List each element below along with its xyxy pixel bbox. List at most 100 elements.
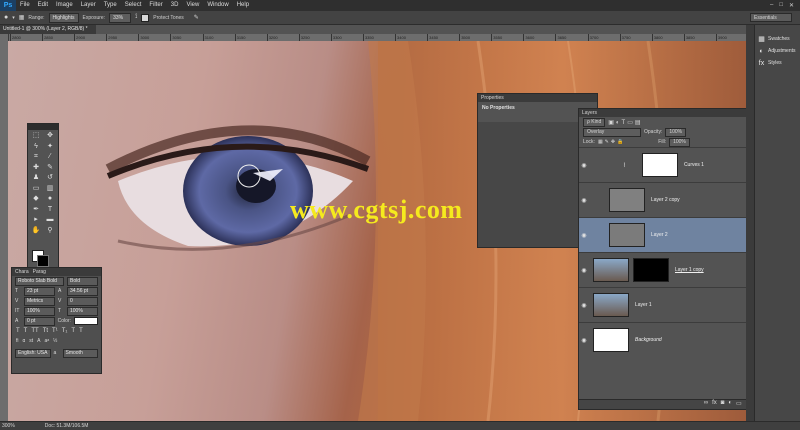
font-family-select[interactable]: Roboto Slab Bold <box>15 276 64 286</box>
tracking-field[interactable]: 0 <box>67 296 98 306</box>
visibility-eye-icon[interactable]: ◉ <box>579 337 589 344</box>
menu-3d[interactable]: 3D <box>167 0 183 11</box>
subscript-icon[interactable]: T₁ <box>62 328 68 334</box>
stamp-tool-icon[interactable]: ♟ <box>29 173 43 184</box>
tab-character[interactable]: Chara <box>15 269 29 275</box>
dock-adjustments[interactable]: ◐ Adjustments <box>755 45 800 57</box>
pressure-icon[interactable]: ✎ <box>194 14 199 21</box>
tab-paragraph[interactable]: Parag <box>33 269 46 275</box>
filter-icons[interactable]: ▣◐T▭▤ <box>608 119 642 126</box>
visibility-eye-icon[interactable]: ◉ <box>579 267 589 274</box>
layer-row-curves-1[interactable]: ◉ ⌇ Curves 1 <box>579 147 769 182</box>
layer-row-layer-2[interactable]: ◉ Layer 2 <box>579 217 769 252</box>
swash-icon[interactable]: ɑ <box>23 338 26 344</box>
visibility-eye-icon[interactable]: ◉ <box>579 232 589 239</box>
workspace-select[interactable]: Essentials <box>750 13 792 22</box>
brush-tool-icon[interactable]: ✎ <box>43 163 57 174</box>
marquee-tool-icon[interactable]: ⬚ <box>29 131 43 142</box>
fraction-icon[interactable]: ½ <box>53 338 57 344</box>
adjustment-layer-icon[interactable]: ◐ <box>728 400 732 409</box>
airbrush-icon[interactable]: ⟟ <box>135 14 137 21</box>
eyedropper-tool-icon[interactable]: ⁄ <box>43 152 57 163</box>
dock-swatches[interactable]: ▦ Swatches <box>755 33 800 45</box>
quick-select-tool-icon[interactable]: ✦ <box>43 142 57 153</box>
underline-icon[interactable]: T <box>71 328 75 334</box>
lock-icons[interactable]: ▦✎✥🔒 <box>598 139 625 145</box>
type-tool-icon[interactable]: T <box>43 205 57 216</box>
fx-icon[interactable]: fx <box>712 400 717 409</box>
zoom-tool-icon[interactable]: ⚲ <box>43 226 57 237</box>
menu-image[interactable]: Image <box>52 0 77 11</box>
vertical-scale-field[interactable]: 100% <box>24 306 55 316</box>
brush-panel-icon[interactable]: ▦ <box>19 14 25 21</box>
blur-tool-icon[interactable]: ◆ <box>29 194 43 205</box>
link-layers-icon[interactable]: ∞ <box>704 400 708 409</box>
superscript-icon[interactable]: T¹ <box>52 328 58 334</box>
visibility-eye-icon[interactable]: ◉ <box>579 162 589 169</box>
visibility-eye-icon[interactable]: ◉ <box>579 302 589 309</box>
kerning-field[interactable]: Metrics <box>24 296 55 306</box>
crop-tool-icon[interactable]: ⌗ <box>29 152 43 163</box>
text-color-swatch[interactable] <box>74 317 98 325</box>
menu-file[interactable]: File <box>16 0 34 11</box>
all-caps-icon[interactable]: TT <box>31 328 38 334</box>
stylistic-icon[interactable]: A <box>37 338 40 344</box>
path-select-icon[interactable]: ▸ <box>29 215 43 226</box>
menu-view[interactable]: View <box>182 0 203 11</box>
strikethrough-icon[interactable]: T <box>79 328 83 334</box>
tab-properties[interactable]: Properties <box>478 94 597 102</box>
document-tab[interactable]: Untitled-1 @ 300% (Layer 2, RGB/8) * <box>0 25 96 34</box>
menu-help[interactable]: Help <box>233 0 253 11</box>
ligature-icon[interactable]: fi <box>16 338 19 344</box>
close-icon[interactable]: ✕ <box>789 2 794 9</box>
history-brush-icon[interactable]: ↺ <box>43 173 57 184</box>
shape-tool-icon[interactable]: ▬ <box>43 215 57 226</box>
layer-filter-select[interactable]: ρ Kind <box>583 117 606 127</box>
horizontal-scale-field[interactable]: 100% <box>67 306 98 316</box>
baseline-field[interactable]: 0 pt <box>24 316 55 326</box>
blend-mode-select[interactable]: Overlay <box>583 127 641 137</box>
fill-field[interactable]: 100% <box>669 137 690 147</box>
add-mask-icon[interactable]: ◙ <box>721 400 725 409</box>
lasso-tool-icon[interactable]: ϟ <box>29 142 43 153</box>
eraser-tool-icon[interactable]: ▭ <box>29 184 43 195</box>
maximize-icon[interactable]: □ <box>779 2 783 9</box>
oldstyle-icon[interactable]: st <box>29 338 33 344</box>
visibility-eye-icon[interactable]: ◉ <box>579 197 589 204</box>
menu-type[interactable]: Type <box>100 0 121 11</box>
minimize-icon[interactable]: – <box>770 2 773 9</box>
menu-edit[interactable]: Edit <box>34 0 52 11</box>
document-size[interactable]: Doc: 51.3M/106.5M <box>45 423 89 429</box>
font-size-field[interactable]: 23 pt <box>24 286 55 296</box>
hand-tool-icon[interactable]: ✋ <box>29 226 43 237</box>
faux-italic-icon[interactable]: T <box>24 328 28 334</box>
faux-bold-icon[interactable]: T <box>16 328 20 334</box>
brush-preset-picker[interactable]: ▾ <box>12 15 15 21</box>
antialias-select[interactable]: Smooth <box>62 348 98 358</box>
menu-window[interactable]: Window <box>203 0 232 11</box>
menu-layer[interactable]: Layer <box>77 0 100 11</box>
leading-field[interactable]: 34.56 pt <box>67 286 98 296</box>
range-select[interactable]: Highlights <box>48 12 79 23</box>
font-style-select[interactable]: Bold <box>67 276 98 286</box>
tab-layers[interactable]: Layers <box>579 109 769 117</box>
pen-tool-icon[interactable]: ✒ <box>29 205 43 216</box>
background-color-swatch[interactable] <box>37 255 49 267</box>
new-group-icon[interactable]: ▭ <box>736 400 742 409</box>
layer-row-background[interactable]: ◉ Background 🔒 <box>579 322 769 357</box>
healing-tool-icon[interactable]: ✚ <box>29 163 43 174</box>
menu-filter[interactable]: Filter <box>145 0 166 11</box>
protect-tones-checkbox[interactable] <box>141 13 150 22</box>
layer-row-layer-2-copy[interactable]: ◉ Layer 2 copy <box>579 182 769 217</box>
zoom-level[interactable]: 300% <box>2 423 15 429</box>
gradient-tool-icon[interactable]: ▥ <box>43 184 57 195</box>
layer-row-layer-1[interactable]: ◉ Layer 1 <box>579 287 769 322</box>
move-tool-icon[interactable]: ✥ <box>43 131 57 142</box>
language-select[interactable]: English: USA <box>15 348 51 358</box>
dodge-tool-icon[interactable]: ● <box>4 14 8 21</box>
dock-styles[interactable]: fx Styles <box>755 57 800 69</box>
layer-row-layer-1-copy[interactable]: ◉ Layer 1 copy <box>579 252 769 287</box>
exposure-field[interactable]: 33% <box>109 12 132 23</box>
dock-collapse-strip[interactable] <box>746 25 754 421</box>
dodge-tool-icon[interactable]: ● <box>43 194 57 205</box>
